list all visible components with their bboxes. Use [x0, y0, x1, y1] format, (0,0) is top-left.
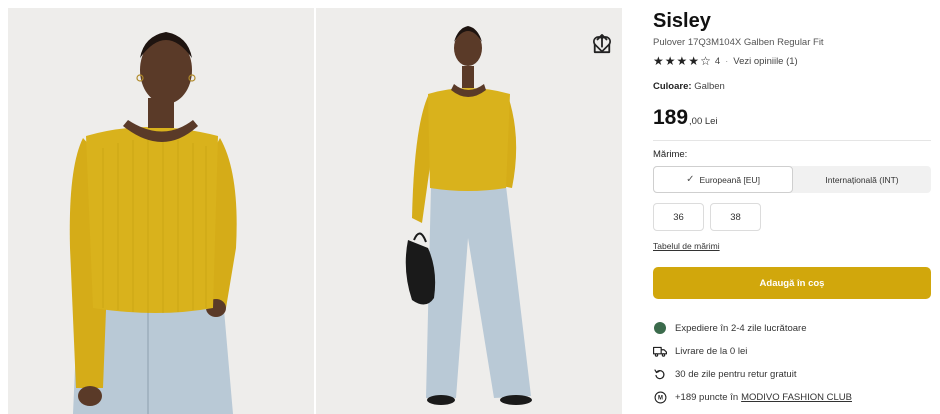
rating-value: 4 — [714, 55, 721, 67]
rating-row: ★ ★ ★ ★ ☆ 4 · Vezi opiniile (1) — [653, 54, 931, 68]
product-info: Sisley Pulover 17Q3M104X Galben Regular … — [653, 8, 931, 404]
size-option-36[interactable]: 36 — [653, 203, 704, 231]
status-dot-icon — [653, 321, 667, 335]
divider — [653, 140, 931, 141]
product-gallery — [8, 8, 622, 414]
benefit-text: +189 puncte în — [675, 391, 739, 403]
color-row: Culoare: Galben — [653, 81, 931, 93]
price: 189 ,00 Lei — [653, 106, 931, 132]
check-icon: ✓ — [686, 174, 695, 185]
product-photo-full[interactable] — [316, 8, 622, 414]
benefit-delivery: Livrare de la 0 lei — [653, 344, 931, 358]
benefit-text: Expediere în 2-4 zile lucrătoare — [675, 322, 807, 334]
tab-size-int-label: Internațională (INT) — [825, 174, 899, 185]
price-rest: ,00 Lei — [689, 116, 718, 127]
size-option-38[interactable]: 38 — [710, 203, 761, 231]
star-empty-icon: ☆ — [700, 54, 711, 68]
benefit-club: M +189 puncte în MODIVO FASHION CLUB — [653, 390, 931, 404]
benefit-shipping: Expediere în 2-4 zile lucrătoare — [653, 321, 931, 335]
tab-size-eu-label: Europeană [EU] — [699, 174, 760, 185]
rating-stars[interactable]: ★ ★ ★ ★ ☆ — [653, 55, 711, 67]
tab-size-eu[interactable]: ✓ Europeană [EU] — [653, 166, 793, 193]
separator-dot: · — [725, 55, 729, 67]
share-button[interactable] — [592, 34, 612, 70]
club-badge-icon: M — [653, 390, 667, 404]
price-main: 189 — [653, 106, 689, 129]
photo-actions — [592, 18, 612, 70]
star-filled-icon: ★ — [676, 54, 688, 68]
benefit-return: 30 de zile pentru retur gratuit — [653, 367, 931, 381]
size-label: Mărime: — [653, 149, 688, 160]
product-title: Pulover 17Q3M104X Galben Regular Fit — [653, 37, 824, 48]
product-photo-closeup[interactable] — [8, 8, 314, 414]
size-table-link[interactable]: Tabelul de mărimi — [653, 241, 720, 251]
color-label: Culoare: — [653, 81, 692, 92]
star-filled-icon: ★ — [653, 54, 664, 68]
share-icon — [593, 34, 611, 54]
color-value: Galben — [694, 81, 725, 92]
star-filled-icon: ★ — [664, 54, 676, 68]
truck-icon — [653, 344, 667, 358]
benefits-list: Expediere în 2-4 zile lucrătoare Livrare… — [653, 321, 931, 404]
svg-text:M: M — [658, 395, 663, 401]
model-closeup-image — [8, 8, 314, 414]
size-system-toggle: ✓ Europeană [EU] Internațională (INT) — [653, 166, 931, 193]
star-filled-icon: ★ — [688, 54, 700, 68]
return-icon — [653, 367, 667, 381]
add-to-cart-button[interactable]: Adaugă în coș — [653, 267, 931, 299]
tab-size-int[interactable]: Internațională (INT) — [793, 166, 931, 193]
reviews-link[interactable]: Vezi opiniile (1) — [733, 56, 797, 67]
club-link[interactable]: MODIVO FASHION CLUB — [741, 392, 852, 403]
size-options: 36 38 — [653, 203, 931, 231]
model-full-image — [316, 8, 622, 414]
benefit-text: 30 de zile pentru retur gratuit — [675, 368, 797, 380]
benefit-text: Livrare de la 0 lei — [675, 345, 748, 357]
brand-name[interactable]: Sisley — [653, 8, 931, 34]
